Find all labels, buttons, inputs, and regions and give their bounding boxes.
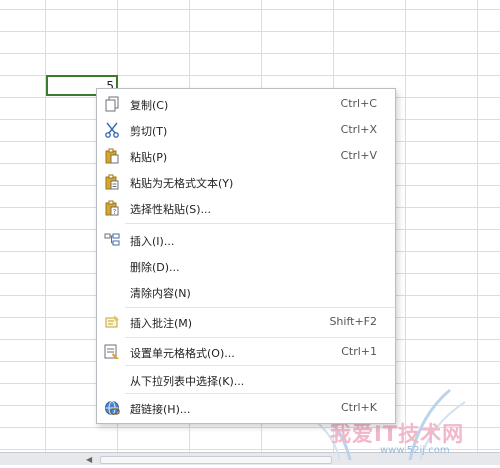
menu-item-clear-contents[interactable]: 清除内容(N) — [97, 279, 395, 305]
menu-item-hyperlink[interactable]: 超链接(H)... Ctrl+K — [97, 395, 395, 421]
menu-item-label: 删除(D)... — [130, 261, 180, 274]
svg-text:?: ? — [113, 208, 117, 216]
format-cells-icon — [104, 344, 120, 360]
paste-plain-text-icon — [104, 174, 120, 190]
menu-separator — [125, 365, 395, 366]
menu-item-label: 清除内容(N) — [130, 287, 191, 300]
menu-item-label: 插入(I)... — [130, 235, 175, 248]
paste-icon — [104, 148, 120, 164]
menu-item-pick-from-list[interactable]: 从下拉列表中选择(K)... — [97, 367, 395, 393]
insert-comment-icon — [104, 314, 120, 330]
paste-special-icon: ? — [104, 200, 120, 216]
scroll-left-icon[interactable]: ◀ — [86, 455, 92, 464]
menu-separator — [125, 307, 395, 308]
menu-item-shortcut: Ctrl+V — [340, 149, 377, 162]
watermark-url: www.52ij.com — [380, 445, 450, 456]
menu-item-paste-plain-text[interactable]: 粘贴为无格式文本(Y) — [97, 169, 395, 195]
menu-item-shortcut: Ctrl+C — [340, 97, 377, 110]
hyperlink-icon — [104, 400, 120, 416]
menu-item-label: 超链接(H)... — [130, 403, 191, 416]
menu-item-format-cells[interactable]: 设置单元格格式(O)... Ctrl+1 — [97, 339, 395, 365]
menu-item-paste[interactable]: 粘贴(P) Ctrl+V — [97, 143, 395, 169]
menu-item-delete[interactable]: 删除(D)... — [97, 253, 395, 279]
menu-item-shortcut: Ctrl+1 — [341, 345, 377, 358]
scissors-icon — [104, 122, 120, 138]
menu-item-insert[interactable]: 插入(I)... — [97, 227, 395, 253]
menu-item-label: 复制(C) — [130, 99, 169, 112]
menu-separator — [125, 223, 395, 224]
menu-item-shortcut: Ctrl+K — [340, 401, 377, 414]
menu-item-label: 粘贴为无格式文本(Y) — [130, 177, 234, 190]
menu-item-label: 粘贴(P) — [130, 151, 168, 164]
insert-cells-icon — [104, 232, 120, 248]
menu-item-insert-comment[interactable]: 插入批注(M) Shift+F2 — [97, 309, 395, 335]
menu-item-shortcut: Shift+F2 — [329, 315, 377, 328]
menu-item-label: 剪切(T) — [130, 125, 168, 138]
copy-icon — [104, 96, 120, 112]
menu-item-shortcut: Ctrl+X — [340, 123, 377, 136]
menu-separator — [125, 337, 395, 338]
menu-item-copy[interactable]: 复制(C) Ctrl+C — [97, 91, 395, 117]
menu-item-cut[interactable]: 剪切(T) Ctrl+X — [97, 117, 395, 143]
menu-item-label: 插入批注(M) — [130, 317, 193, 330]
menu-item-label: 设置单元格格式(O)... — [130, 347, 235, 360]
menu-item-paste-special[interactable]: ? 选择性粘贴(S)... — [97, 195, 395, 221]
menu-item-label: 从下拉列表中选择(K)... — [130, 375, 245, 388]
context-menu: 复制(C) Ctrl+C 剪切(T) Ctrl+X 粘贴(P) Ctrl+V 粘… — [96, 88, 396, 424]
menu-separator — [125, 393, 395, 394]
menu-item-label: 选择性粘贴(S)... — [130, 203, 212, 216]
